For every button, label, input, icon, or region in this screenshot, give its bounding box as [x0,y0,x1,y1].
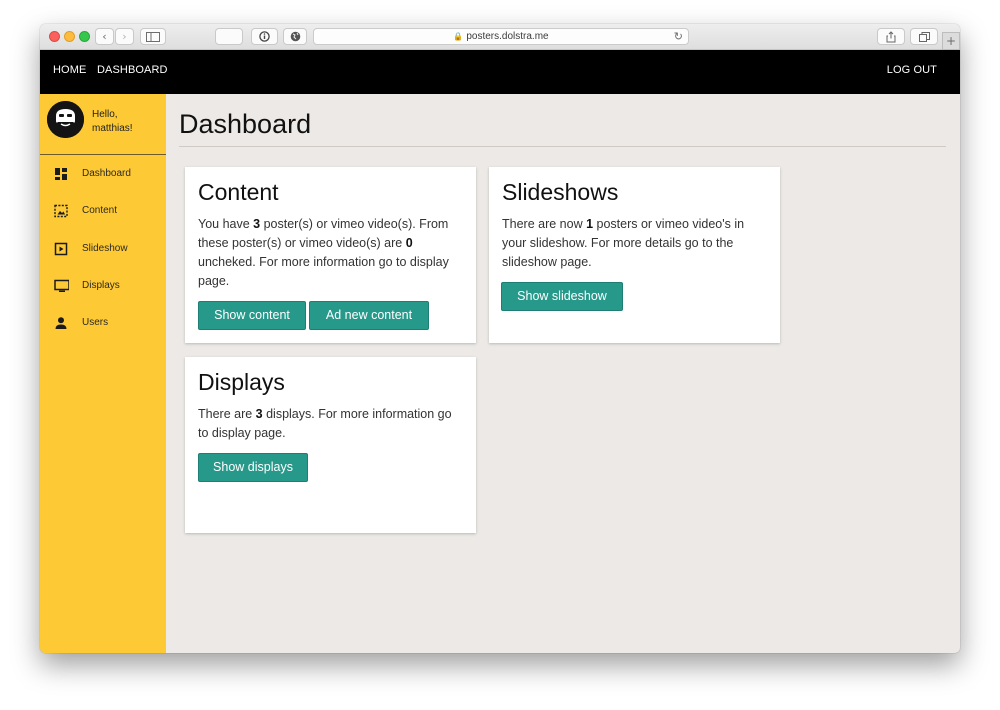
share-icon [886,31,896,43]
dashboard-icon [55,168,67,180]
sidebar-item-displays[interactable]: Displays [40,272,166,302]
page-title: Dashboard [179,109,312,139]
avatar [47,101,84,138]
url-text: posters.dolstra.me [466,31,549,42]
content-card: Content You have 3 poster(s) or vimeo vi… [185,167,476,343]
show-displays-button[interactable]: Show displays [198,453,308,482]
nav-dashboard-link[interactable]: DASHBOARD [97,64,168,76]
sidebar-item-label: Content [82,205,118,216]
info-icon [259,31,270,42]
tabs-icon [918,32,930,42]
plus-icon: + [945,34,957,48]
displays-card-text: There are 3 displays. For more informati… [198,405,460,443]
slideshow-count: 1 [586,217,594,231]
slideshows-card-text: There are now 1 posters or vimeo video's… [502,215,764,272]
displays-card-title: Displays [198,369,285,395]
lock-icon: 🔒 [453,32,464,41]
unchecked-count: 0 [405,236,413,250]
greeting-username: matthias! [92,123,133,134]
sidebar-item-dashboard[interactable]: Dashboard [40,160,166,190]
sidebar-item-label: Displays [82,280,120,291]
globe-icon [290,31,300,42]
sidebar-item-slideshow[interactable]: Slideshow [40,235,166,265]
zoom-window-button[interactable] [79,31,90,42]
minimize-window-button[interactable] [64,31,75,42]
displays-card: Displays There are 3 displays. For more … [185,357,476,533]
user-icon [55,317,67,329]
sidebar-toggle-button[interactable] [140,28,166,45]
content-card-text: You have 3 poster(s) or vimeo video(s). … [198,215,460,291]
sidebar-item-label: Slideshow [82,243,128,254]
sidebar-item-label: Users [82,317,109,328]
close-window-button[interactable] [49,31,60,42]
chevron-right-icon: › [122,30,127,43]
nav-home-link[interactable]: HOME [53,64,86,76]
slideshows-text-part: There are now [502,217,587,231]
displays-text-part: There are [198,407,256,421]
logout-link[interactable]: LOG OUT [887,64,937,76]
sidebar: Hello, matthias! Dashboard Content Slide… [40,94,166,653]
title-divider [179,146,946,147]
display-count: 3 [255,407,263,421]
content-text-part: You have [198,217,254,231]
sidebar-item-content[interactable]: Content [40,197,166,227]
avatar-face-icon [47,101,84,138]
user-greeting: Hello, matthias! [92,108,133,136]
globe-button[interactable] [283,28,307,45]
browser-window: ‹ › 🔒 posters.dolstra.me ↻ + HOME DASHBOA… [40,24,960,653]
add-new-content-button[interactable]: Ad new content [309,301,429,330]
chevron-left-icon: ‹ [102,30,107,43]
top-navigation: HOME DASHBOARD LOG OUT [40,50,960,94]
content-card-title: Content [198,179,279,205]
address-bar[interactable]: 🔒 posters.dolstra.me ↻ [313,28,689,45]
forward-button[interactable]: › [115,28,134,45]
greeting-hello: Hello, [92,109,118,120]
content-icon [54,204,68,218]
sidebar-item-label: Dashboard [82,168,131,179]
browser-toolbar: ‹ › 🔒 posters.dolstra.me ↻ + [40,24,960,50]
reload-icon[interactable]: ↻ [674,29,683,44]
content-text-part: uncheked. For more information go to dis… [198,255,449,288]
back-button[interactable]: ‹ [95,28,114,45]
slideshows-card-title: Slideshows [502,179,619,205]
monitor-icon [54,279,69,292]
sidebar-icon [146,32,160,42]
show-slideshow-button[interactable]: Show slideshow [501,282,623,311]
share-button[interactable] [877,28,905,45]
tabs-overview-button[interactable] [910,28,938,45]
extension-button[interactable] [215,28,243,45]
info-button[interactable] [251,28,278,45]
new-tab-button[interactable]: + [942,32,960,50]
slideshows-card: Slideshows There are now 1 posters or vi… [489,167,780,343]
sidebar-item-users[interactable]: Users [40,309,166,339]
show-content-button[interactable]: Show content [198,301,306,330]
sidebar-divider [40,154,166,155]
slideshow-icon [54,242,68,256]
